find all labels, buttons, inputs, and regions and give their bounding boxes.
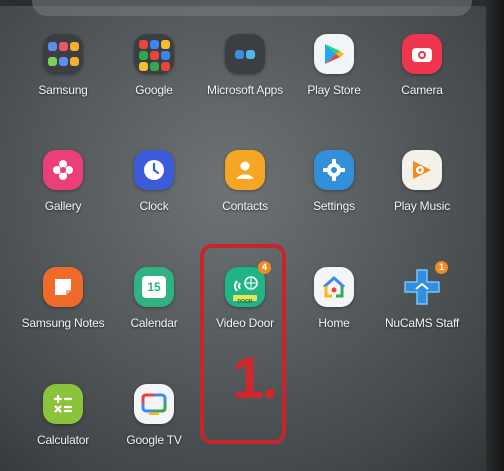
- app-play-music[interactable]: Play Music: [374, 150, 470, 213]
- gallery-flower-icon: [43, 150, 83, 190]
- annotation-highlight-box: [200, 244, 286, 444]
- clock-icon: [134, 150, 174, 190]
- app-google-tv[interactable]: Google TV: [106, 384, 202, 447]
- app-samsung-notes[interactable]: Samsung Notes: [15, 267, 111, 330]
- app-label: Samsung: [38, 83, 88, 97]
- notification-badge: 1: [435, 261, 448, 274]
- microsoft-folder-icon: [225, 34, 265, 74]
- app-calculator[interactable]: Calculator: [15, 384, 111, 447]
- app-gallery[interactable]: Gallery: [15, 150, 111, 213]
- app-calendar[interactable]: 15 Calendar: [106, 267, 202, 330]
- camera-icon: [402, 34, 442, 74]
- google-home-icon: [314, 267, 354, 307]
- app-play-store[interactable]: Play Store: [286, 34, 382, 97]
- app-label: Gallery: [44, 199, 82, 213]
- home-screen: Samsung Google Microsoft Apps Play Store…: [0, 0, 504, 471]
- calendar-icon: 15: [134, 267, 174, 307]
- app-samsung-folder[interactable]: Samsung: [15, 34, 111, 97]
- play-music-icon: [402, 150, 442, 190]
- google-folder-icon: [134, 34, 174, 74]
- app-label: Google: [135, 83, 173, 97]
- app-label: Play Store: [307, 83, 361, 97]
- app-label: Camera: [401, 83, 443, 97]
- device-bezel-right: [486, 0, 504, 471]
- settings-gear-icon: [314, 150, 354, 190]
- app-clock[interactable]: Clock: [106, 150, 202, 213]
- app-label: Home: [318, 316, 350, 330]
- app-label: Clock: [139, 199, 169, 213]
- app-settings[interactable]: Settings: [286, 150, 382, 213]
- app-camera[interactable]: Camera: [374, 34, 470, 97]
- annotation-step-number: 1.: [232, 346, 278, 411]
- app-label: Samsung Notes: [21, 316, 105, 330]
- calendar-date: 15: [142, 276, 166, 298]
- google-tv-icon: [134, 384, 174, 424]
- calculator-icon: [43, 384, 83, 424]
- app-home[interactable]: Home: [286, 267, 382, 330]
- contacts-person-icon: [225, 150, 265, 190]
- app-label: Google TV: [126, 433, 182, 447]
- app-label: Calculator: [36, 433, 90, 447]
- app-label: Play Music: [393, 199, 450, 213]
- app-label: Contacts: [222, 199, 268, 213]
- app-microsoft-apps-folder[interactable]: Microsoft Apps: [197, 34, 293, 97]
- play-store-icon: [314, 34, 354, 74]
- app-label: NuCaMS Staff: [384, 316, 460, 330]
- app-contacts[interactable]: Contacts: [197, 150, 293, 213]
- app-label: Microsoft Apps: [207, 83, 283, 97]
- samsung-notes-icon: [43, 267, 83, 307]
- app-google-folder[interactable]: Google: [106, 34, 202, 97]
- app-label: Settings: [313, 199, 355, 213]
- samsung-folder-icon: [43, 34, 83, 74]
- app-label: Calendar: [130, 316, 178, 330]
- nucams-cross-icon: 1: [402, 261, 448, 307]
- app-nucams-staff[interactable]: 1 NuCaMS Staff: [374, 261, 470, 330]
